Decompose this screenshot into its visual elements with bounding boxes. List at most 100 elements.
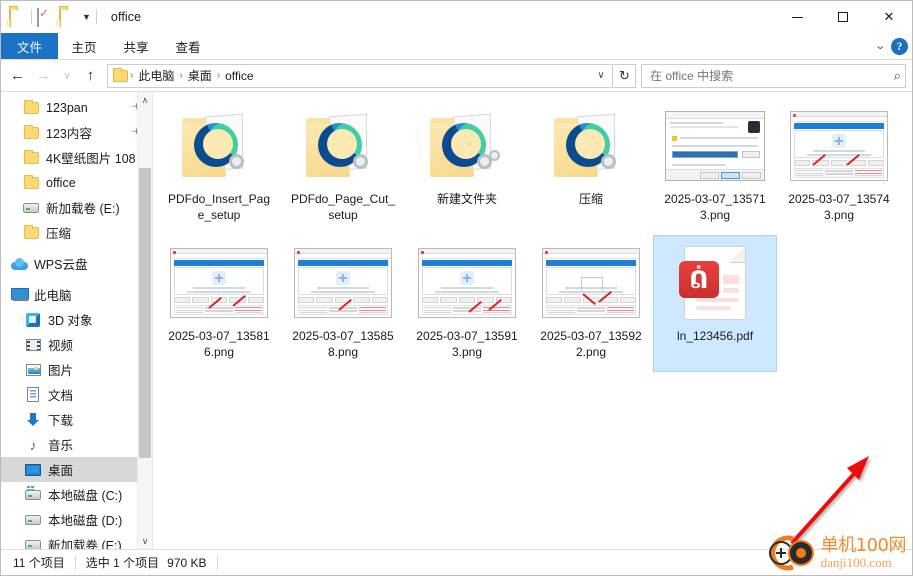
sidebar-item-office[interactable]: office [1, 170, 152, 195]
nav-tree: 123pan 📌 123内容 📌 4K壁纸图片 108 office [1, 92, 152, 549]
sidebar-item-new-volume-e[interactable]: 新加载卷 (E:) [1, 195, 152, 220]
scroll-down-icon[interactable]: ∨ [138, 533, 152, 549]
sidebar-item-label: 123pan [46, 100, 88, 115]
file-item-label: 2025-03-07_135816.png [168, 329, 270, 359]
pdf-file-icon: ᕣ [654, 242, 776, 324]
qat-divider [31, 10, 32, 24]
tab-file[interactable]: 文件 [1, 33, 59, 59]
file-item-png-135743[interactable]: 2025-03-07_135743.png [777, 98, 901, 235]
sidebar-item-3d-objects[interactable]: 3D 对象 [1, 307, 152, 332]
file-item-ln-123456-pdf[interactable]: ᕣ ln_123456.pdf [653, 235, 777, 372]
back-button[interactable]: ← [5, 64, 30, 88]
edge-folder-icon [282, 105, 404, 187]
close-icon[interactable]: ✕ [866, 1, 912, 33]
file-item-label: 新建文件夹 [436, 192, 497, 206]
folder-icon[interactable] [9, 7, 26, 27]
file-item-compressed[interactable]: 压缩 [529, 98, 653, 235]
sidebar-item-local-disk-c[interactable]: 本地磁盘 (C:) [1, 482, 152, 507]
search-input[interactable]: 在 office 中搜索 ⌕ [641, 63, 906, 88]
breadcrumb-item-desktop[interactable]: 桌面 [185, 67, 215, 84]
recent-locations-icon[interactable]: ∨ [57, 64, 77, 88]
sidebar-item-pictures[interactable]: 图片 [1, 357, 152, 382]
sidebar-item-compressed[interactable]: 压缩 [1, 220, 152, 245]
file-item-png-135816[interactable]: 2025-03-07_135816.png [157, 235, 281, 372]
image-thumbnail [406, 242, 528, 324]
file-grid: PDFdo_Insert_Page_setup PDFdo_Page_Cut_s… [157, 98, 912, 372]
breadcrumb[interactable]: › 此电脑 › 桌面 › office ∨ [107, 63, 613, 88]
tab-home[interactable]: 主页 [58, 33, 110, 59]
minimize-button[interactable] [774, 1, 820, 33]
sidebar-item-123pan[interactable]: 123pan 📌 [1, 95, 152, 120]
up-button[interactable]: ↑ [78, 64, 103, 88]
sidebar-item-music[interactable]: ♪ 音乐 [1, 432, 152, 457]
quick-access-toolbar: ▼ office [1, 7, 141, 27]
sidebar-item-label: 本地磁盘 (C:) [48, 489, 123, 503]
sidebar-item-documents[interactable]: 文档 [1, 382, 152, 407]
file-item-png-135913[interactable]: 2025-03-07_135913.png [405, 235, 529, 372]
breadcrumb-item-this-pc[interactable]: 此电脑 [135, 67, 177, 84]
scrollbar-track[interactable] [138, 108, 152, 533]
customize-caret-icon[interactable]: ▼ [82, 12, 91, 22]
folder-icon [21, 124, 41, 139]
sidebar-item-label: 3D 对象 [48, 314, 93, 328]
image-thumbnail [158, 242, 280, 324]
file-item-label: PDFdo_Page_Cut_setup [290, 192, 396, 222]
sidebar-item-label: office [46, 175, 76, 190]
search-icon[interactable]: ⌕ [894, 68, 901, 84]
status-divider-2 [216, 555, 218, 570]
sidebar-item-new-volume-e2[interactable]: 新加载卷 (E:) [1, 532, 152, 549]
scroll-up-icon[interactable]: ∧ [138, 92, 152, 108]
sidebar-scrollbar[interactable]: ∧ ∨ [137, 92, 152, 549]
file-item-new-folder[interactable]: 新建文件夹 [405, 98, 529, 235]
breadcrumb-separator-1: › [179, 70, 183, 81]
scrollbar-thumb[interactable] [139, 168, 151, 458]
sidebar-item-label: 压缩 [46, 227, 72, 241]
sidebar-item-label: 视频 [48, 339, 74, 353]
file-item-png-135858[interactable]: 2025-03-07_135858.png [281, 235, 405, 372]
title-bar: ▼ office ✕ [1, 1, 912, 33]
search-placeholder: 在 office 中搜索 [650, 69, 734, 83]
desktop-icon [23, 463, 43, 476]
sidebar-item-label: 图片 [48, 364, 74, 378]
breadcrumb-separator-0: › [130, 70, 134, 81]
properties-icon[interactable] [37, 7, 54, 27]
image-thumbnail [654, 105, 776, 187]
sidebar-item-label: WPS云盘 [34, 258, 88, 272]
tab-share[interactable]: 共享 [110, 33, 162, 59]
sidebar-item-local-disk-d[interactable]: 本地磁盘 (D:) [1, 507, 152, 532]
breadcrumb-item-office[interactable]: office [222, 69, 256, 83]
help-icon[interactable]: ? [891, 38, 908, 55]
refresh-icon[interactable]: ↻ [614, 63, 636, 88]
file-item-label: 2025-03-07_135743.png [788, 192, 890, 222]
sidebar-item-wallpaper[interactable]: 4K壁纸图片 108 [1, 145, 152, 170]
tab-view[interactable]: 查看 [162, 33, 214, 59]
file-item-pdfdo-insert-page-setup[interactable]: PDFdo_Insert_Page_setup [157, 98, 281, 235]
address-dropdown-icon[interactable]: ∨ [592, 65, 610, 87]
selection-size-text: 970 KB [167, 555, 207, 570]
file-item-label: 2025-03-07_135858.png [292, 329, 394, 359]
forward-button[interactable]: → [31, 64, 56, 88]
sidebar-item-wps-cloud[interactable]: WPS云盘 [1, 251, 152, 276]
breadcrumb-separator-2: › [216, 70, 221, 81]
sidebar-item-videos[interactable]: 视频 [1, 332, 152, 357]
new-folder-icon[interactable] [59, 7, 76, 27]
pictures-icon [23, 363, 43, 376]
sidebar-item-label: 下载 [48, 414, 74, 428]
red-arrow-annotation [791, 456, 869, 544]
file-item-png-135922[interactable]: 2025-03-07_135922.png [529, 235, 653, 372]
drive-icon [23, 514, 43, 525]
sidebar-item-123content[interactable]: 123内容 📌 [1, 120, 152, 145]
explorer-body: 123pan 📌 123内容 📌 4K壁纸图片 108 office [1, 91, 912, 549]
sidebar-item-this-pc[interactable]: 此电脑 [1, 282, 152, 307]
file-item-png-135713[interactable]: 2025-03-07_135713.png [653, 98, 777, 235]
chevron-down-icon[interactable]: ⌄ [874, 41, 886, 52]
file-item-label: 2025-03-07_135922.png [540, 329, 642, 359]
file-list-view[interactable]: PDFdo_Insert_Page_setup PDFdo_Page_Cut_s… [153, 92, 912, 549]
file-item-label: ln_123456.pdf [676, 329, 754, 343]
sidebar-item-desktop[interactable]: 桌面 [1, 457, 152, 482]
folder-icon [21, 149, 41, 164]
sidebar-item-label: 123内容 [46, 127, 92, 141]
sidebar-item-downloads[interactable]: 下载 [1, 407, 152, 432]
file-item-pdfdo-page-cut-setup[interactable]: PDFdo_Page_Cut_setup [281, 98, 405, 235]
maximize-button[interactable] [820, 1, 866, 33]
